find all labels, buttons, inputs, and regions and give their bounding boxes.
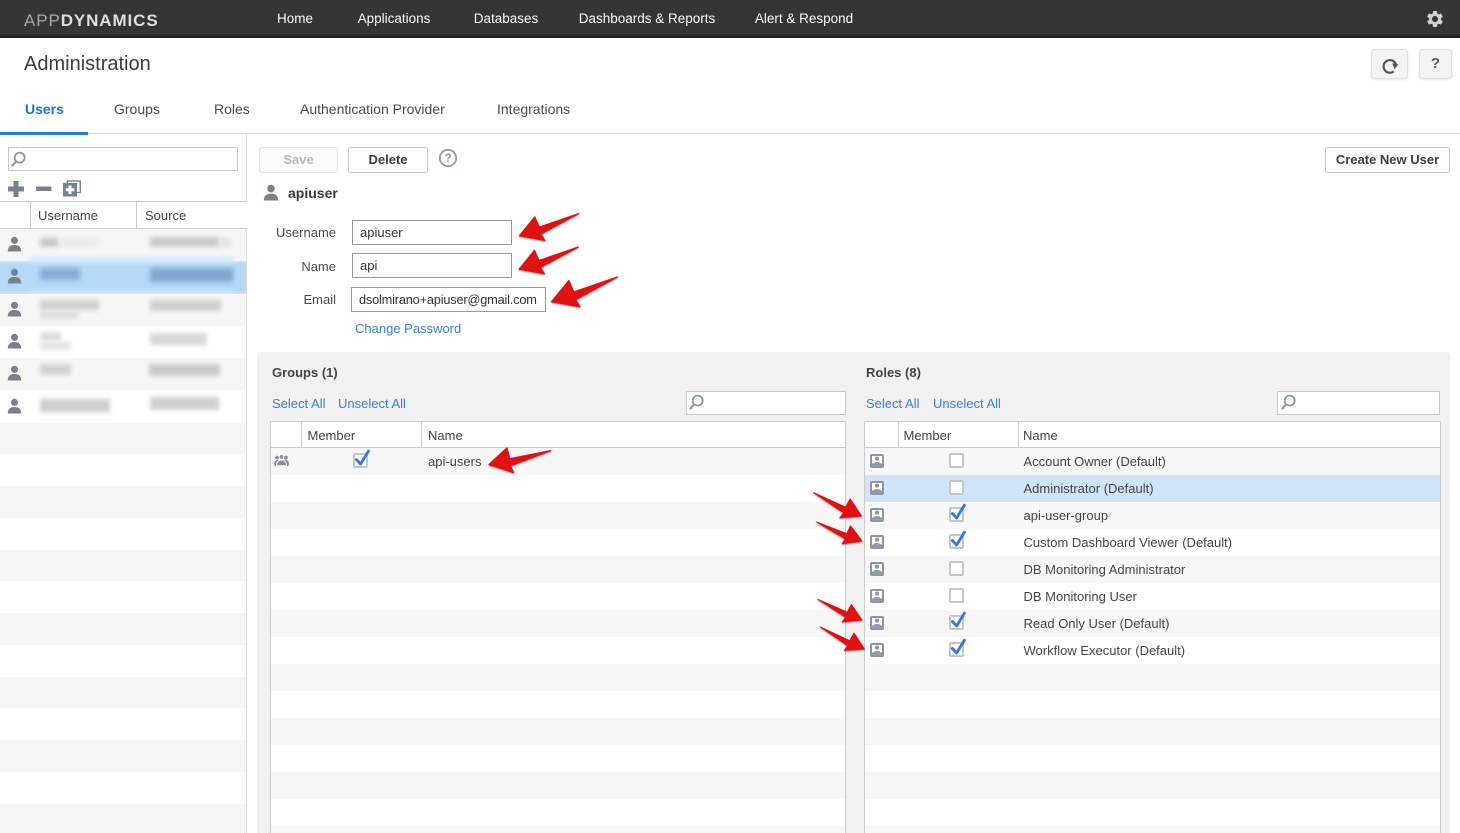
svg-text:?: ? [444,151,451,165]
